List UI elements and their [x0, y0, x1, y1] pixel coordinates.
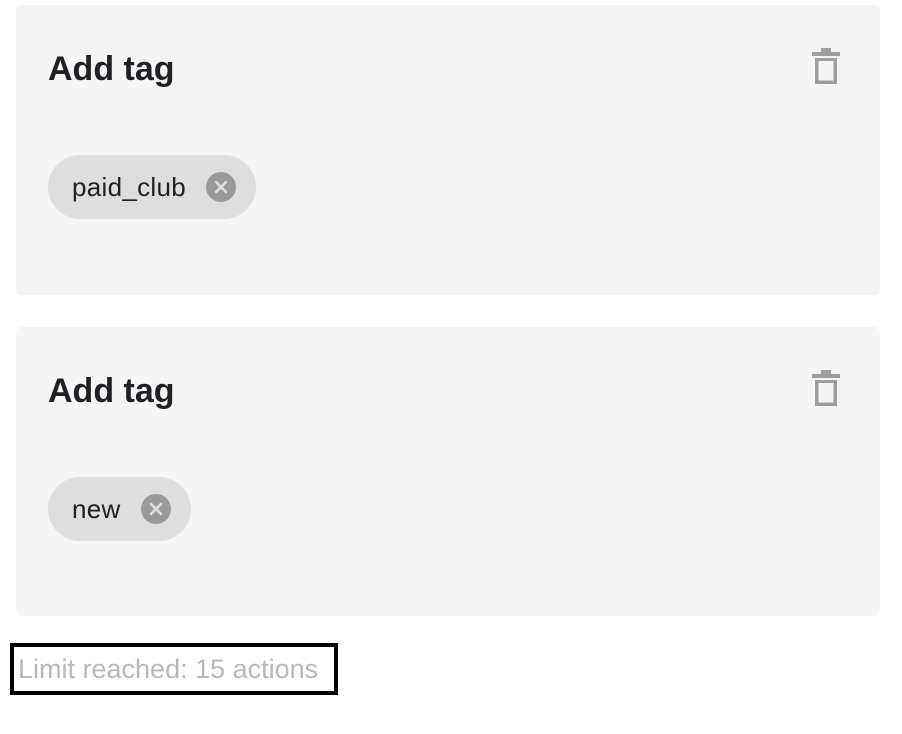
tag-chip: paid_club: [48, 155, 257, 219]
remove-tag-button[interactable]: [140, 494, 171, 524]
close-circle-icon: [149, 502, 162, 516]
tag-chip-label: paid_club: [72, 172, 187, 202]
remove-tag-button[interactable]: [206, 172, 237, 202]
limit-notice: Limit reached: 15 actions: [10, 643, 338, 695]
action-card: Add tag new: [16, 327, 880, 616]
close-circle-icon: [214, 180, 228, 194]
trash-icon: [812, 370, 840, 406]
limit-text: Limit reached: 15 actions: [18, 654, 319, 684]
action-title: Add tag: [48, 50, 175, 88]
action-title: Add tag: [48, 372, 175, 410]
page: Add tag paid_club Add tag new Limit reac…: [0, 0, 902, 734]
delete-action-button[interactable]: [810, 367, 842, 409]
tag-chip-label: new: [72, 494, 121, 524]
delete-action-button[interactable]: [810, 45, 842, 87]
trash-icon: [812, 48, 840, 84]
tag-chip: new: [48, 477, 191, 541]
action-card: Add tag paid_club: [16, 5, 880, 295]
